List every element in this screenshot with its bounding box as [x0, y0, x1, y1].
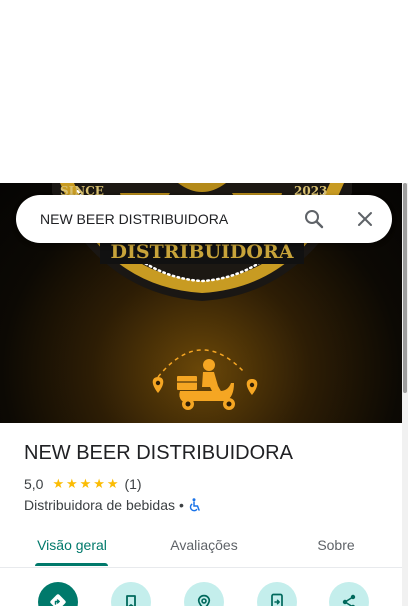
tab-overview[interactable]: Visão geral	[30, 523, 114, 567]
separator: •	[178, 497, 184, 513]
share-button[interactable]	[329, 582, 369, 606]
tab-reviews[interactable]: Avaliações	[160, 523, 248, 567]
logo-banner-text: DISTRIBUIDORA	[111, 241, 294, 263]
tab-about[interactable]: Sobre	[306, 523, 366, 567]
bookmark-icon	[126, 595, 136, 606]
star-icon: ★	[79, 476, 92, 491]
wheelchair-icon	[188, 498, 202, 512]
delivery-scooter-icon	[152, 349, 258, 410]
star-icon: ★	[52, 476, 65, 491]
search-icon[interactable]	[302, 207, 326, 231]
place-category[interactable]: Distribuidora de bebidas	[24, 497, 175, 513]
scrollbar-thumb[interactable]	[403, 183, 407, 393]
directions-button[interactable]	[38, 582, 78, 606]
star-icon: ★	[106, 476, 119, 491]
tab-bar: Visão geral Avaliações Sobre	[0, 523, 402, 567]
review-count-link[interactable]: (1)	[124, 476, 141, 492]
close-icon[interactable]	[353, 207, 377, 231]
search-box	[16, 195, 392, 243]
place-title: NEW BEER DISTRIBUIDORA	[24, 442, 293, 464]
star-icon: ★	[93, 476, 105, 491]
star-rating: ★ ★ ★ ★ ★	[51, 477, 119, 491]
directions-icon	[50, 594, 66, 606]
send-to-phone-icon	[271, 593, 283, 606]
category-row: Distribuidora de bebidas •	[24, 497, 202, 513]
send-to-phone-button[interactable]	[257, 582, 297, 606]
rating-row[interactable]: 5,0 ★ ★ ★ ★ ★ (1)	[24, 476, 142, 492]
star-icon: ★	[66, 476, 78, 491]
tabs-divider	[0, 567, 402, 568]
nearby-button[interactable]	[184, 582, 224, 606]
search-input[interactable]	[40, 209, 290, 229]
tab-indicator	[35, 563, 108, 566]
save-button[interactable]	[111, 582, 151, 606]
rating-value: 5,0	[24, 476, 44, 492]
nearby-icon	[197, 594, 211, 606]
share-icon	[342, 594, 356, 606]
